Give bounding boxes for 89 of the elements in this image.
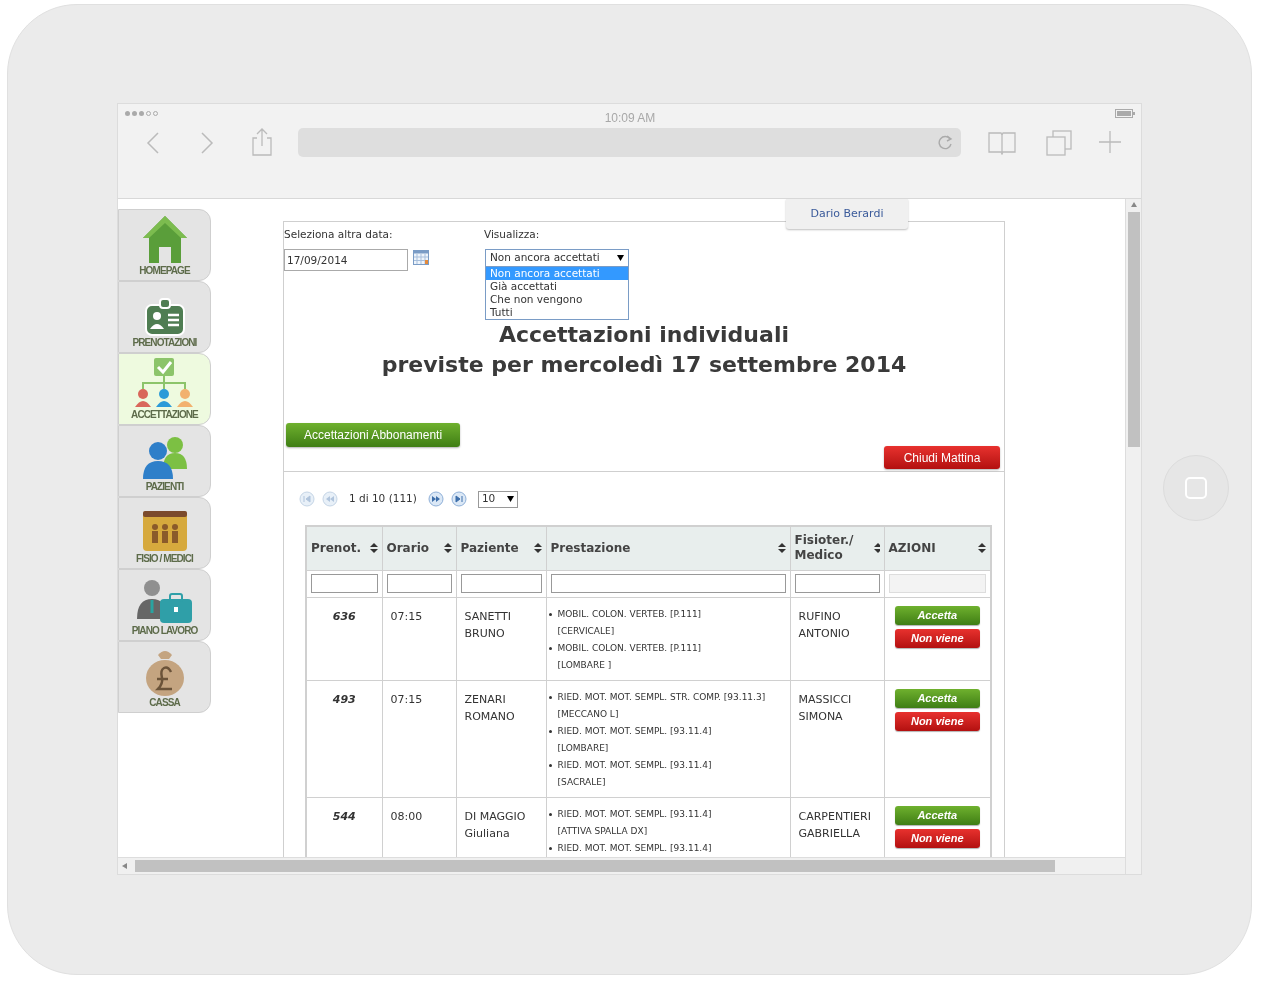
table-cell: 07:15	[382, 680, 456, 797]
column-header[interactable]: Prenot.	[306, 526, 382, 570]
dropdown-option[interactable]: Che non vengono	[486, 293, 628, 306]
scroll-left-icon[interactable]	[122, 863, 127, 869]
column-header[interactable]: Orario	[382, 526, 456, 570]
filter-field[interactable]	[550, 574, 786, 593]
date-field[interactable]: 17/09/2014	[284, 249, 408, 271]
sort-icon[interactable]	[978, 543, 986, 554]
bullet-icon	[548, 812, 552, 816]
table-cell: 07:15	[382, 597, 456, 680]
sidebar-item[interactable]: HOMEPAGE	[118, 209, 211, 281]
view-label: Visualizza:	[484, 227, 540, 242]
filter-field[interactable]	[311, 574, 378, 593]
user-tab[interactable]: Dario Berardi	[786, 199, 908, 229]
calendar-icon[interactable]	[413, 250, 429, 265]
bullet-icon	[548, 846, 552, 850]
sidebar-item[interactable]: ACCETTAZIONE	[118, 353, 211, 425]
status-time: 10:09 AM	[603, 110, 657, 127]
dropdown-option[interactable]: Già accettati	[486, 280, 628, 293]
dropdown-option[interactable]: Non ancora accettati	[486, 267, 628, 280]
scroll-up-icon[interactable]	[1130, 202, 1137, 207]
service-item: RIED. MOT. MOT. SEMPL. STR. COMP. [93.11.3] [MECCANO L]	[557, 690, 766, 721]
table-cell: SANETTI BRUNO	[456, 597, 546, 680]
sort-icon[interactable]	[369, 543, 378, 554]
filter-field[interactable]	[794, 574, 880, 593]
page-title: Accettazioni individuali	[498, 321, 790, 349]
next-page-icon[interactable]	[427, 491, 444, 507]
view-dropdown[interactable]: Non ancora accettati	[485, 249, 629, 267]
table-cell: 493	[306, 680, 382, 797]
sidebar-item[interactable]: PAZIENTI	[118, 425, 211, 497]
accept-button[interactable]: Accetta	[894, 805, 980, 825]
service-item: MOBIL. COLON. VERTEB. [P.111] [LOMBARE ]	[557, 641, 702, 672]
abbonamenti-button[interactable]: Accettazioni Abbonamenti	[286, 423, 461, 447]
sidebar-item[interactable]: PRENOTAZIONI	[118, 281, 211, 353]
accept-button[interactable]: Accetta	[894, 605, 980, 625]
accept-button[interactable]: Accetta	[894, 688, 980, 708]
dropdown-arrow-icon	[506, 496, 514, 502]
service-item: RIED. MOT. MOT. SEMPL. [93.11.4] [SACRALE]	[557, 758, 712, 789]
sidebar-item[interactable]: FISIO / MEDICI	[118, 497, 211, 569]
sort-icon[interactable]	[777, 543, 786, 554]
table-cell: 636	[306, 597, 382, 680]
table-cell: MASSICCI SIMONA	[790, 680, 884, 797]
horizontal-scrollbar[interactable]	[118, 857, 1125, 874]
previous-page-icon[interactable]	[322, 491, 338, 507]
sort-icon[interactable]	[533, 543, 542, 554]
sidebar-item[interactable]: PIANO LAVORO	[118, 569, 211, 641]
reload-icon[interactable]	[938, 135, 953, 150]
no-show-button[interactable]: Non viene	[894, 628, 980, 648]
briefcase-person-icon	[135, 579, 194, 625]
column-header[interactable]: Prestazione	[546, 526, 790, 570]
service-item: RIED. MOT. MOT. SEMPL. [93.11.4] [LOMBARE]	[557, 724, 712, 755]
vertical-scrollbar[interactable]	[1125, 199, 1141, 874]
date-label: Seleziona altra data:	[284, 227, 393, 242]
column-header[interactable]: Fisioter./ Medico	[790, 526, 884, 570]
bookmarks-icon[interactable]	[988, 131, 1016, 155]
chiudi-mattina-button[interactable]: Chiudi Mattina	[884, 446, 1000, 469]
dropdown-arrow-icon	[617, 255, 624, 261]
people-icon	[140, 435, 189, 481]
column-header[interactable]: AZIONI	[884, 526, 991, 570]
page-size-dropdown[interactable]: 10	[477, 490, 518, 508]
no-show-button[interactable]: Non viene	[894, 828, 980, 848]
id-badge-icon	[142, 297, 187, 337]
bullet-icon	[548, 612, 552, 616]
filter-field[interactable]	[386, 574, 452, 593]
back-icon[interactable]	[146, 132, 160, 154]
service-item: RIED. MOT. MOT. SEMPL. [93.11.4] [ATTIVA SPALLA DX]	[557, 807, 712, 838]
column-header[interactable]: Paziente	[456, 526, 546, 570]
sort-icon[interactable]	[443, 543, 452, 554]
sort-icon[interactable]	[873, 543, 880, 554]
last-page-icon[interactable]	[450, 491, 467, 507]
page-indicator: 1 di 10 (111)	[349, 491, 417, 507]
filter-field[interactable]	[460, 574, 542, 593]
first-page-icon[interactable]	[299, 491, 315, 507]
service-item: MOBIL. COLON. VERTEB. [P.111] [CERVICALE]	[557, 607, 702, 638]
forward-icon[interactable]	[200, 132, 214, 154]
bullet-icon	[548, 695, 552, 699]
table-cell: RUFINO ANTONIO	[790, 597, 884, 680]
page-title: previste per mercoledì 17 settembre 2014	[380, 351, 908, 379]
battery-icon	[1115, 109, 1135, 118]
bullet-icon	[548, 763, 552, 767]
bullet-icon	[548, 646, 552, 650]
table-cell: ZENARI ROMANO	[456, 680, 546, 797]
bullet-icon	[548, 729, 552, 733]
sidebar-item[interactable]: CASSA	[118, 641, 211, 713]
no-show-button[interactable]: Non viene	[894, 711, 980, 731]
new-tab-icon[interactable]	[1099, 131, 1121, 153]
dropdown-option[interactable]: Tutti	[486, 306, 628, 319]
service-item: RIED. MOT. MOT. SEMPL. [93.11.4]	[557, 841, 712, 855]
share-icon[interactable]	[251, 128, 273, 156]
